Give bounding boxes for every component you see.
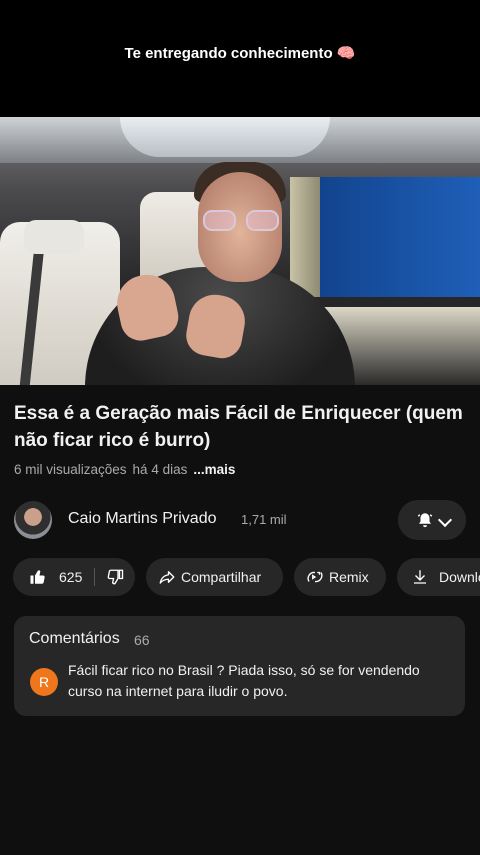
remix-icon	[307, 571, 323, 583]
action-bar: 625 Compartilhar Remix Download	[13, 558, 480, 596]
download-label: Download	[439, 569, 480, 585]
share-label: Compartilhar	[181, 569, 262, 585]
comments-count: 66	[134, 632, 150, 648]
thumbs-down-icon[interactable]	[106, 568, 124, 586]
more-link[interactable]: ...mais	[193, 462, 235, 477]
subscription-bell-button[interactable]	[398, 500, 466, 540]
video-meta[interactable]: 6 mil visualizações há 4 dias ...mais	[14, 462, 235, 477]
comments-panel[interactable]: Comentários 66 R Fácil ficar rico no Bra…	[14, 616, 465, 716]
remix-button[interactable]: Remix	[294, 558, 386, 596]
download-icon	[414, 570, 426, 584]
sunglasses	[203, 210, 279, 232]
comments-heading: Comentários	[29, 630, 120, 647]
overlay-caption: Te entregando conhecimento 🧠	[124, 45, 356, 62]
download-button[interactable]: Download	[397, 558, 480, 596]
divider	[94, 568, 95, 586]
headrest	[24, 220, 84, 254]
car-window	[290, 177, 480, 297]
channel-avatar[interactable]	[14, 501, 52, 539]
thumbs-up-icon[interactable]	[29, 568, 47, 586]
commenter-avatar: R	[30, 668, 58, 696]
subscriber-count: 1,71 mil	[241, 512, 287, 527]
video-title[interactable]: Essa é a Geração mais Fácil de Enriquece…	[14, 400, 466, 454]
remix-label: Remix	[329, 569, 369, 585]
view-count: 6 mil visualizações	[14, 462, 127, 477]
car-roof	[0, 117, 480, 163]
like-dislike-button[interactable]: 625	[13, 558, 135, 596]
chevron-down-icon	[437, 512, 453, 528]
upload-age: há 4 dias	[132, 462, 188, 477]
like-count: 625	[59, 569, 83, 585]
share-button[interactable]: Compartilhar	[146, 558, 283, 596]
channel-row: Caio Martins Privado 1,71 mil	[14, 500, 466, 540]
share-icon	[159, 571, 175, 584]
bell-icon	[417, 513, 433, 528]
channel-name[interactable]: Caio Martins Privado	[68, 510, 217, 528]
top-comment-text: Fácil ficar rico no Brasil ? Piada isso,…	[68, 662, 420, 699]
video-player[interactable]	[0, 117, 480, 385]
